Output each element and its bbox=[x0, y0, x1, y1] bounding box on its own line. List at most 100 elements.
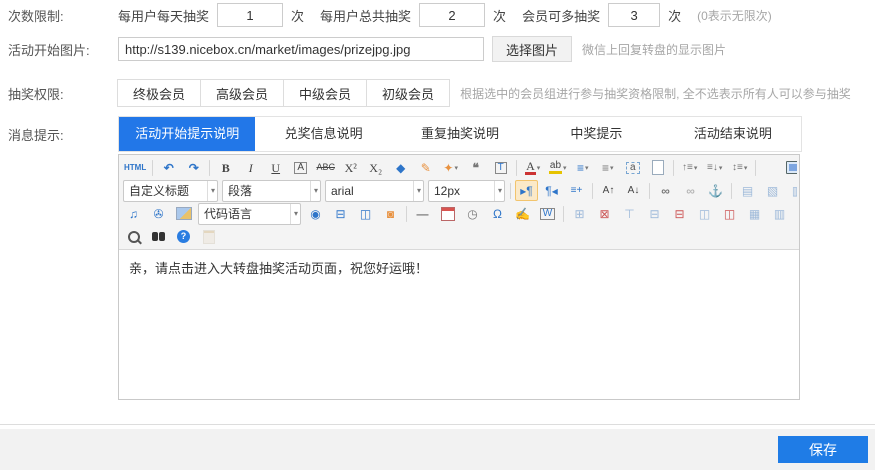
help-icon[interactable]: ?▾ bbox=[172, 226, 195, 247]
insert-table-icon[interactable]: ⊞▾ bbox=[568, 203, 591, 224]
eraser-icon[interactable]: ◆▾ bbox=[389, 157, 412, 178]
iframe-icon[interactable]: ◫▾ bbox=[354, 203, 377, 224]
start-image-url-input[interactable] bbox=[118, 37, 484, 61]
indent-icon[interactable]: ≡+▾ bbox=[565, 180, 588, 201]
icon-glyph: ▥ bbox=[774, 208, 785, 220]
tab-repeat-draw[interactable]: 重复抽奖说明 bbox=[392, 117, 528, 151]
html-source-icon[interactable]: HTML▾ bbox=[122, 157, 148, 178]
rtl-icon[interactable]: ¶◂▾ bbox=[540, 180, 563, 201]
link-icon[interactable]: ∞▾ bbox=[654, 180, 677, 201]
member-group-label: 中级会员 bbox=[299, 87, 351, 102]
underline-icon[interactable]: U▾ bbox=[264, 157, 287, 178]
daily-draw-count-input[interactable] bbox=[217, 3, 283, 27]
font-size-up-icon[interactable]: A↑▾ bbox=[597, 180, 620, 201]
date-icon[interactable]: ▾ bbox=[436, 203, 459, 224]
custom-title-combo[interactable]: 自定义标题▾ bbox=[123, 180, 218, 202]
music-icon[interactable]: ♫▾ bbox=[122, 203, 145, 224]
unlink-icon[interactable]: ∞▾ bbox=[679, 180, 702, 201]
dropdown-caret-icon: ▾ bbox=[719, 164, 723, 172]
tab-activity-start-notice[interactable]: 活动开始提示说明 bbox=[119, 117, 255, 151]
select-all-icon[interactable]: a▾ bbox=[621, 157, 644, 178]
redo-icon[interactable]: ↷▾ bbox=[182, 157, 205, 178]
ltr-icon[interactable]: ▸¶▾ bbox=[515, 180, 538, 201]
anchor-icon[interactable]: ⚓▾ bbox=[704, 180, 727, 201]
image-float-left-icon[interactable]: ▧▾ bbox=[761, 180, 784, 201]
blockquote-icon[interactable]: ❝▾ bbox=[464, 157, 487, 178]
page-break-icon[interactable]: ⊟▾ bbox=[329, 203, 352, 224]
member-group-junior[interactable]: 初级会员 bbox=[366, 79, 450, 107]
subscript-icon[interactable]: X₂▾ bbox=[364, 157, 387, 178]
member-extra-draw-suffix: 次 bbox=[668, 6, 681, 25]
tab-activity-end[interactable]: 活动结束说明 bbox=[665, 117, 801, 151]
unordered-list-icon[interactable]: ≡▾ bbox=[596, 157, 619, 178]
template-icon[interactable]: ✍▾ bbox=[511, 203, 534, 224]
horizontal-rule-icon[interactable]: —▾ bbox=[411, 203, 434, 224]
time-icon[interactable]: ◷▾ bbox=[461, 203, 484, 224]
code-language-combo[interactable]: 代码语言▾ bbox=[198, 203, 301, 225]
undo-icon[interactable]: ↶▾ bbox=[157, 157, 180, 178]
italic-icon[interactable]: I▾ bbox=[239, 157, 262, 178]
paste-icon[interactable]: ▾ bbox=[197, 226, 220, 247]
icon-glyph bbox=[203, 230, 215, 244]
row-spacing-bottom-icon[interactable]: ≡↓▾ bbox=[703, 157, 726, 178]
bold-icon[interactable]: B▾ bbox=[214, 157, 237, 178]
icon-glyph bbox=[441, 207, 455, 221]
member-extra-draw-count-input[interactable] bbox=[608, 3, 660, 27]
paragraph-combo[interactable]: 段落▾ bbox=[222, 180, 321, 202]
merge-right-icon[interactable]: ▥▾ bbox=[768, 203, 791, 224]
tab-win-notice[interactable]: 中奖提示 bbox=[528, 117, 664, 151]
new-page-icon[interactable]: ▾ bbox=[646, 157, 669, 178]
icon-glyph: W bbox=[540, 208, 555, 220]
special-chars-icon[interactable]: Ω▾ bbox=[486, 203, 509, 224]
choose-image-button[interactable]: 选择图片 bbox=[492, 36, 572, 62]
preview-monitor-icon[interactable]: ▾ bbox=[783, 157, 797, 178]
media-icon[interactable]: ▾ bbox=[172, 203, 195, 224]
tab-redeem-info[interactable]: 兑奖信息说明 bbox=[255, 117, 391, 151]
snapshot-icon[interactable]: ◙▾ bbox=[379, 203, 402, 224]
image-float-right-icon[interactable]: ▥▾ bbox=[786, 180, 797, 201]
insert-row-icon[interactable]: ⊟▾ bbox=[643, 203, 666, 224]
word-import-icon[interactable]: W▾ bbox=[536, 203, 559, 224]
toolbar-row-4: ▾▾?▾▾ bbox=[121, 225, 797, 248]
insert-code-icon[interactable]: ◉▾ bbox=[304, 203, 327, 224]
ordered-list-icon[interactable]: ≡▾ bbox=[571, 157, 594, 178]
dropdown-caret-icon: ▾ bbox=[537, 164, 541, 172]
image-float-none-icon[interactable]: ▤▾ bbox=[736, 180, 759, 201]
icon-glyph: ◫ bbox=[360, 208, 371, 220]
font-border-icon[interactable]: A▾ bbox=[289, 157, 312, 178]
font-size-combo[interactable]: 12px▾ bbox=[428, 180, 505, 202]
delete-row-icon[interactable]: ⊟▾ bbox=[668, 203, 691, 224]
merge-cells-icon[interactable]: ▦▾ bbox=[743, 203, 766, 224]
delete-col-icon[interactable]: ◫▾ bbox=[718, 203, 741, 224]
total-draw-count-group: 每用户总共抽奖 次 bbox=[320, 3, 506, 27]
icon-glyph: 自定义标题 bbox=[129, 185, 189, 197]
lottery-settings-form: 次数限制: 每用户每天抽奖 次 每用户总共抽奖 次 会员可多抽奖 次 (0表示无… bbox=[0, 0, 875, 470]
format-brush-icon[interactable]: ✎▾ bbox=[414, 157, 437, 178]
strikethrough-icon[interactable]: ABC▾ bbox=[314, 157, 337, 178]
attachment-icon[interactable]: ✇▾ bbox=[147, 203, 170, 224]
member-group-ultimate[interactable]: 终极会员 bbox=[117, 79, 201, 107]
line-height-icon[interactable]: ↕≡▾ bbox=[728, 157, 751, 178]
find-replace-icon[interactable]: ▾ bbox=[147, 226, 170, 247]
total-draw-count-input[interactable] bbox=[419, 3, 485, 27]
font-size-down-icon[interactable]: A↓▾ bbox=[622, 180, 645, 201]
table-caption-icon[interactable]: ⊤▾ bbox=[618, 203, 641, 224]
font-family-combo[interactable]: arial▾ bbox=[325, 180, 424, 202]
paste-text-icon[interactable]: T▾ bbox=[489, 157, 512, 178]
font-color-icon[interactable]: A▾ bbox=[521, 157, 544, 178]
delete-table-icon[interactable]: ⊠▾ bbox=[593, 203, 616, 224]
superscript-icon[interactable]: X²▾ bbox=[339, 157, 362, 178]
preview-search-icon[interactable]: ▾ bbox=[122, 226, 145, 247]
row-spacing-top-icon[interactable]: ↑≡▾ bbox=[678, 157, 701, 178]
editor-content[interactable]: 亲，请点击进入大转盘抽奖活动页面，祝您好运哦！ bbox=[119, 250, 799, 399]
member-group-senior[interactable]: 高级会员 bbox=[200, 79, 284, 107]
tab-label: 兑奖信息说明 bbox=[285, 126, 363, 141]
merge-down-icon[interactable]: ▤▾ bbox=[793, 203, 797, 224]
insert-col-icon[interactable]: ◫▾ bbox=[693, 203, 716, 224]
save-button[interactable]: 保存 bbox=[778, 436, 868, 463]
highlight-color-icon[interactable]: ab▾ bbox=[546, 157, 569, 178]
autotypeset-icon[interactable]: ✦▾ bbox=[439, 157, 462, 178]
icon-glyph bbox=[176, 207, 192, 220]
member-group-intermediate[interactable]: 中级会员 bbox=[283, 79, 367, 107]
dropdown-caret-icon: ▾ bbox=[563, 164, 567, 172]
